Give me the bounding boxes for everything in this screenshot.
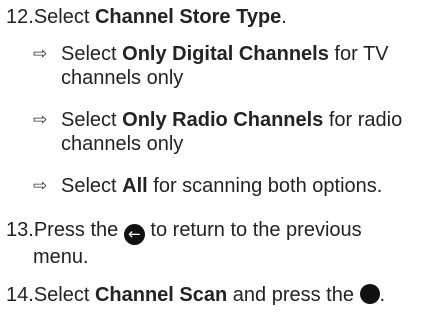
option-pre: Select [61,43,123,65]
step-12: 12.Select Channel Store Type. [6,5,287,29]
step-text-end: . [281,6,287,28]
step-text-line2: menu. [33,246,89,268]
option-text: Select Only Radio Channels for radio cha… [61,108,445,156]
ok-button-icon [359,284,380,304]
back-arrow-icon: ← [123,224,145,245]
option-text: Select All for scanning both options. [61,174,445,198]
step-13: 13.Press the ← to return to the previous… [6,218,362,269]
step-text: Press the [33,219,124,241]
option-bold: Only Radio Channels [122,109,324,131]
right-arrow-icon: ⇨ [33,110,48,130]
instruction-page: 12.Select Channel Store Type. ⇨ Select O… [0,0,447,325]
step-text-end: to return to the previous [144,219,362,241]
step-bold-text: Channel Store Type [94,6,282,28]
option-post: for scanning both options. [147,175,383,197]
option-post: for radio [323,109,403,131]
step-14: 14.Select Channel Scan and press the . [6,283,385,307]
option-bold: All [122,175,148,197]
option-pre: Select [61,109,123,131]
step-number: 14. [6,284,34,306]
step-text-mid: and press the [227,284,360,306]
right-arrow-icon: ⇨ [33,44,48,64]
step-text: Select [33,284,95,306]
option-pre: Select [61,175,123,197]
right-arrow-icon: ⇨ [33,176,48,196]
option-post: for TV [328,43,389,65]
option-bold: Only Digital Channels [122,43,329,65]
option-post-line2: channels only [61,67,184,89]
option-post-line2: channels only [61,133,184,155]
step-text-end: . [379,284,386,306]
step-bold-text: Channel Scan [94,284,228,306]
step-number: 12. [6,6,34,28]
step-text: Select [33,6,95,28]
option-text: Select Only Digital Channels for TV chan… [61,42,445,90]
step-number: 13. [6,219,34,241]
